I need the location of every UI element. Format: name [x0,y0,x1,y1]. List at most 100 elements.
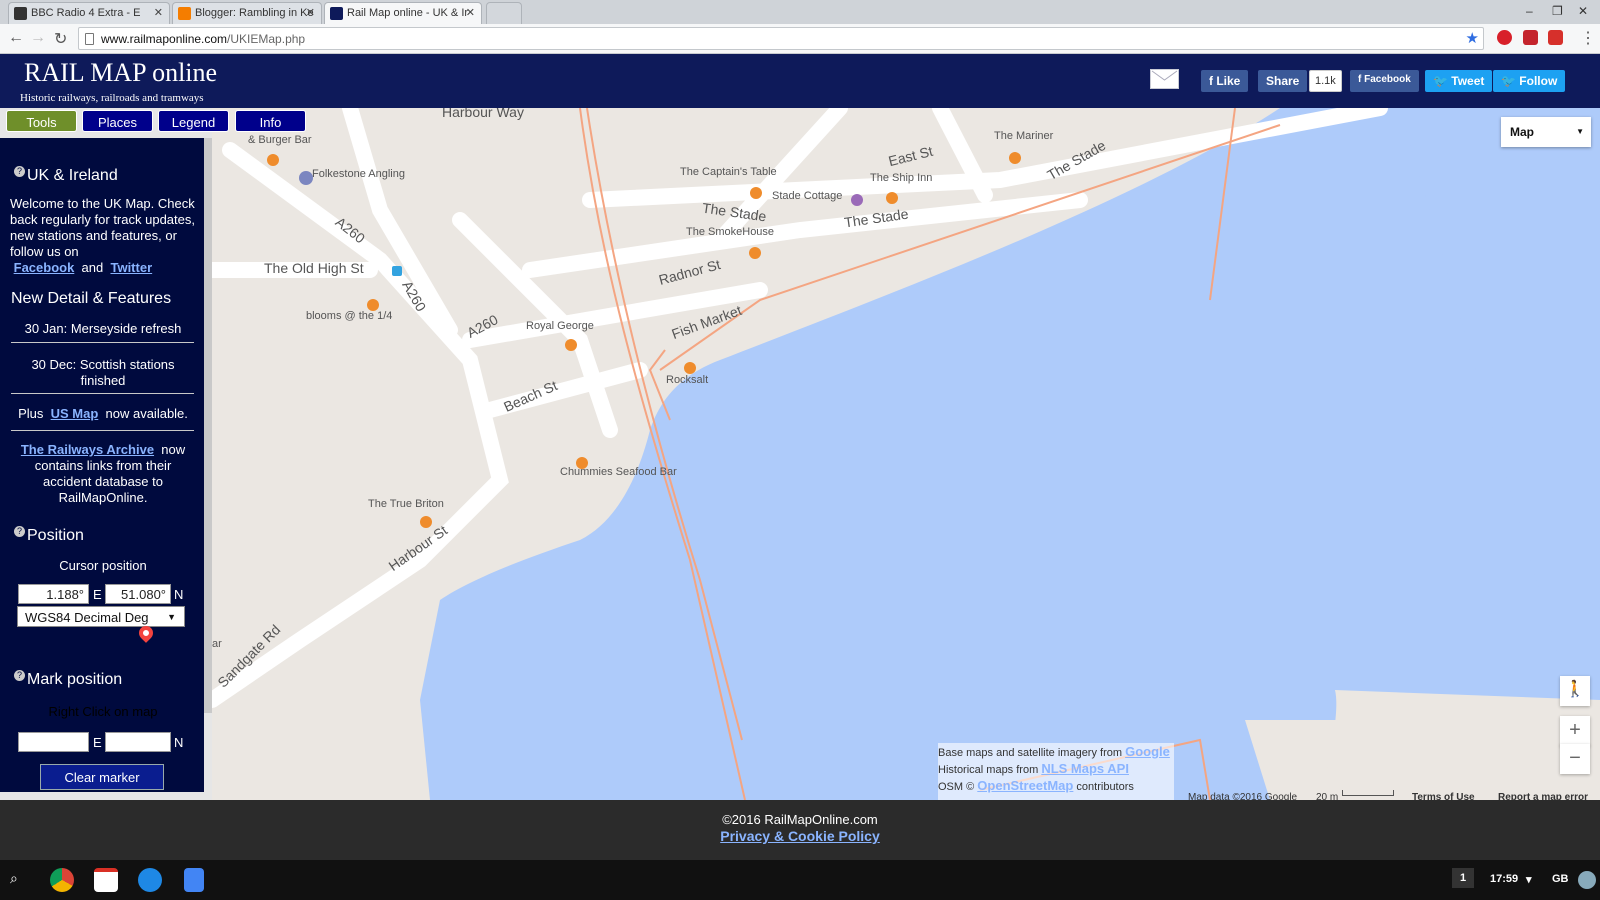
reload-icon[interactable]: ↻ [54,29,67,49]
forward-icon[interactable]: → [30,29,46,47]
google-link[interactable]: Google [1125,744,1170,759]
close-icon[interactable]: ✕ [466,6,475,19]
poi-label[interactable]: The Captain's Table [680,166,777,178]
cursor-latitude-field[interactable]: 51.080° [105,584,171,604]
poi-label[interactable]: Royal George [526,320,594,332]
site-footer: ©2016 RailMapOnline.com Privacy & Cookie… [0,800,1600,860]
tab-blogger[interactable]: Blogger: Rambling in Ke ✕ [172,2,322,24]
bookmark-star-icon[interactable]: ★ [1466,29,1479,47]
poi-label[interactable]: & Burger Bar [248,134,312,146]
map-canvas[interactable]: Harbour Way East St The Stade The Stade … [212,108,1600,800]
copyright: ©2016 RailMapOnline.com [722,812,878,827]
road-label: A260 [399,277,430,315]
tools-button[interactable]: Tools [6,110,77,132]
coordinate-format-select[interactable]: WGS84 Decimal Deg ▼ [17,606,185,627]
twitter-follow-button[interactable]: 🐦 Follow [1493,70,1566,92]
section-heading-news: New Detail & Features [11,290,172,307]
twitter-link[interactable]: Twitter [110,260,152,275]
facebook-link[interactable]: Facebook [14,260,75,275]
back-icon[interactable]: ← [8,29,24,47]
chrome-menu-icon[interactable]: ⋮ [1580,28,1596,48]
help-icon[interactable]: ? [14,670,25,681]
poi-label[interactable]: The True Briton [368,498,444,510]
address-bar[interactable]: www.railmaponline.com/UKIEMap.php ★ [78,27,1484,50]
files-app-icon[interactable] [138,868,162,892]
map-attribution: Base maps and satellite imagery from Goo… [938,743,1174,800]
gmail-app-icon[interactable] [94,868,118,892]
poi-label[interactable]: blooms @ the 1/4 [306,310,392,322]
tools-panel: ? UK & Ireland Welcome to the UK Map. Che… [0,138,204,792]
share-count: 1.1k [1309,70,1342,92]
help-icon[interactable]: ? [14,526,25,537]
map-labels: Harbour Way East St The Stade The Stade … [212,108,1600,800]
zoom-out-button[interactable]: − [1560,744,1590,774]
news-item: 30 Dec: Scottish stations finished [31,357,175,388]
restore-button[interactable]: ❐ [1552,4,1563,18]
pegman-icon[interactable]: 🚶 [1560,676,1590,706]
nls-maps-link[interactable]: NLS Maps API [1041,761,1129,776]
poi-label[interactable]: Chummies Seafood Bar [560,466,677,478]
clear-marker-button[interactable]: Clear marker [40,764,164,790]
poi-label[interactable]: Rocksalt [666,374,708,386]
user-avatar[interactable] [1578,871,1596,889]
close-window-button[interactable]: ✕ [1578,4,1588,18]
close-icon[interactable]: ✕ [306,6,315,19]
mark-latitude-field[interactable] [105,732,171,752]
poi-label[interactable]: The Ship Inn [870,172,932,184]
sidebar-scrollbar[interactable] [204,138,212,713]
places-button[interactable]: Places [82,110,153,132]
poi-label[interactable]: Folkestone Angling [312,168,405,180]
sidebar: Tools Places Legend Info ? UK & Ireland W… [0,108,306,800]
east-label: E [93,735,102,750]
poi-label[interactable]: The Mariner [994,130,1053,142]
road-label: East St [886,142,935,170]
cursor-position-label: Cursor position [59,558,147,573]
info-button[interactable]: Info [235,110,306,132]
wifi-icon[interactable]: ▾ [1526,873,1532,886]
road-label: Sandgate Rd [214,621,284,691]
tweet-button[interactable]: 🐦 Tweet [1425,70,1493,92]
zoom-in-button[interactable]: + [1560,716,1590,746]
minimize-button[interactable]: – [1526,4,1533,18]
road-label: The Old High St [264,260,364,276]
north-label: N [174,735,184,750]
new-tab-button[interactable] [486,2,522,24]
facebook-share-button[interactable]: Share [1258,70,1308,92]
find-us-on-facebook-button[interactable]: f Facebook [1350,70,1419,92]
tab-bbc-radio[interactable]: BBC Radio 4 Extra - E ✕ [8,2,170,24]
tab-rail-map[interactable]: Rail Map online - UK & Ir ✕ [324,2,482,24]
adblock-icon[interactable] [1497,30,1512,45]
page-icon [85,33,94,45]
os-taskbar: ⌕ 1 17:59 ▾ GB [0,860,1600,900]
extension-red-icon[interactable] [1523,30,1538,45]
docs-app-icon[interactable] [184,868,204,892]
chrome-app-icon[interactable] [50,868,74,892]
clock[interactable]: 17:59 [1490,873,1518,885]
cursor-longitude-field[interactable]: 1.188° [18,584,89,604]
close-icon[interactable]: ✕ [154,6,163,19]
help-icon[interactable]: ? [14,166,25,177]
us-map-link[interactable]: US Map [51,406,99,421]
legend-button[interactable]: Legend [158,110,229,132]
poi-label[interactable]: Stade Cottage [772,190,842,202]
right-click-hint: Right Click on map [48,704,158,719]
mark-longitude-field[interactable] [18,732,89,752]
map-type-select[interactable]: Map ▼ [1501,117,1591,147]
email-icon[interactable] [1150,69,1179,89]
openstreetmap-link[interactable]: OpenStreetMap [977,778,1073,793]
browser-toolbar: ← → ↻ www.railmaponline.com/UKIEMap.php … [0,24,1600,54]
search-icon[interactable]: ⌕ [10,870,18,887]
railways-archive-link[interactable]: The Railways Archive [21,442,154,457]
workspace-indicator[interactable]: 1 [1452,868,1475,888]
extension-badge-icon[interactable] [1548,30,1563,45]
privacy-policy-link[interactable]: Privacy & Cookie Policy [0,828,1600,844]
site-title[interactable]: RAIL MAP online [24,58,217,88]
site-subtitle: Historic railways, railroads and tramway… [20,92,204,104]
road-label: A260 [464,311,501,341]
poi-label[interactable]: The SmokeHouse [686,226,774,238]
road-label: The Stade [843,205,910,231]
road-label: The Stade [1044,136,1109,184]
facebook-like-button[interactable]: f Like [1201,70,1249,92]
news-item: 30 Jan: Merseyside refresh [24,321,182,336]
keyboard-layout[interactable]: GB [1552,873,1569,885]
